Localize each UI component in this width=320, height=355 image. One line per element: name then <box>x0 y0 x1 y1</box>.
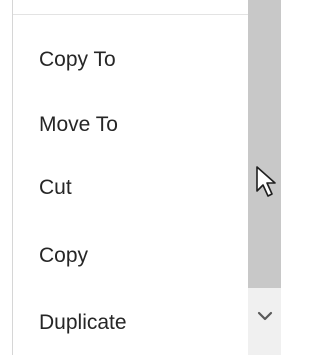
menu-item-copy[interactable]: Copy <box>13 223 249 289</box>
mouse-pointer-icon <box>256 166 276 197</box>
chevron-down-icon <box>257 311 272 321</box>
menu-item-cut[interactable]: Cut <box>13 155 249 221</box>
menu-item-label: Cut <box>39 176 72 199</box>
menu-item-duplicate[interactable]: Duplicate <box>13 290 249 355</box>
menu-item-copy-to[interactable]: Copy To <box>13 27 249 93</box>
scroll-down-button[interactable] <box>248 298 281 334</box>
menu-divider <box>13 14 249 15</box>
context-menu: Copy To Move To Cut Copy Duplicate <box>12 0 249 355</box>
menu-item-label: Copy To <box>39 48 116 71</box>
menu-item-label: Move To <box>39 113 118 136</box>
menu-item-label: Copy <box>39 244 89 267</box>
scrollbar-thumb[interactable] <box>248 0 281 288</box>
screenshot-stage: Copy To Move To Cut Copy Duplicate <box>0 0 283 355</box>
menu-item-label: Duplicate <box>39 311 127 334</box>
menu-item-move-to[interactable]: Move To <box>13 92 249 158</box>
